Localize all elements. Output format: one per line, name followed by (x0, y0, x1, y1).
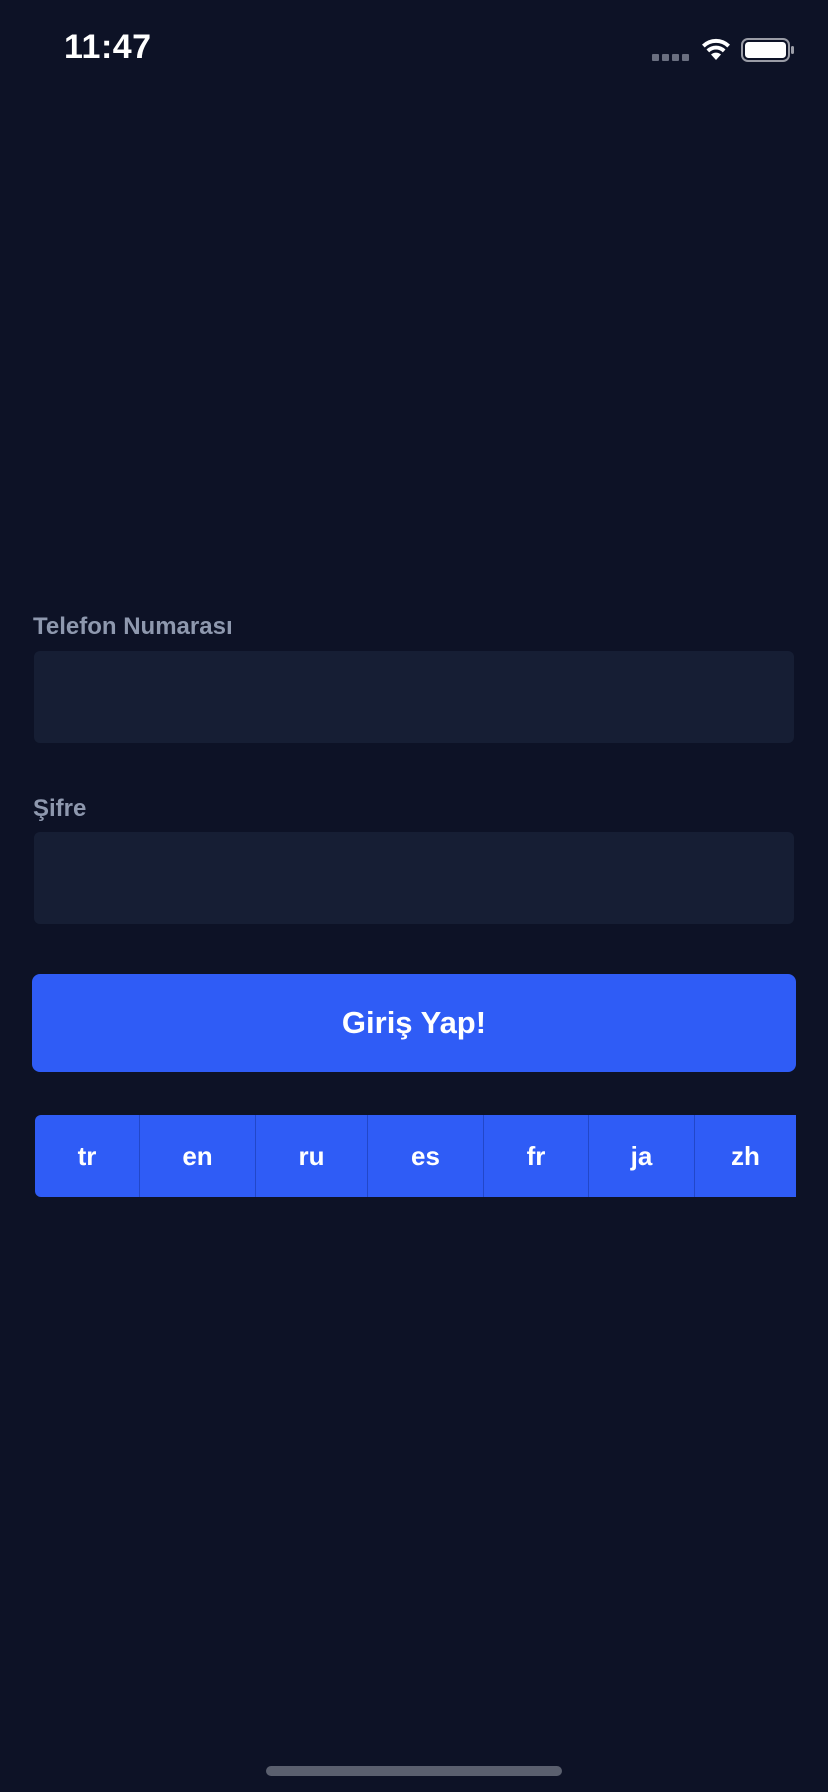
phone-label: Telefon Numarası (33, 613, 233, 640)
wifi-icon (702, 38, 730, 60)
login-button[interactable]: Giriş Yap! (32, 974, 796, 1072)
language-selector: tr en ru es fr ja zh (35, 1115, 796, 1197)
login-screen: 11:47 Telefon Numarası Şifre Giriş Yap! … (0, 0, 828, 1792)
password-label: Şifre (33, 795, 87, 822)
language-option-en[interactable]: en (140, 1115, 256, 1197)
language-option-ja[interactable]: ja (589, 1115, 695, 1197)
language-option-es[interactable]: es (368, 1115, 484, 1197)
password-input[interactable] (34, 832, 794, 924)
battery-icon (741, 38, 794, 62)
home-indicator[interactable] (266, 1766, 562, 1776)
language-option-zh[interactable]: zh (695, 1115, 796, 1197)
status-bar: 11:47 (0, 0, 828, 100)
language-option-ru[interactable]: ru (256, 1115, 368, 1197)
language-option-fr[interactable]: fr (484, 1115, 589, 1197)
signal-icon (652, 54, 692, 62)
phone-input[interactable] (34, 651, 794, 743)
language-option-tr[interactable]: tr (35, 1115, 140, 1197)
status-time: 11:47 (64, 28, 152, 66)
